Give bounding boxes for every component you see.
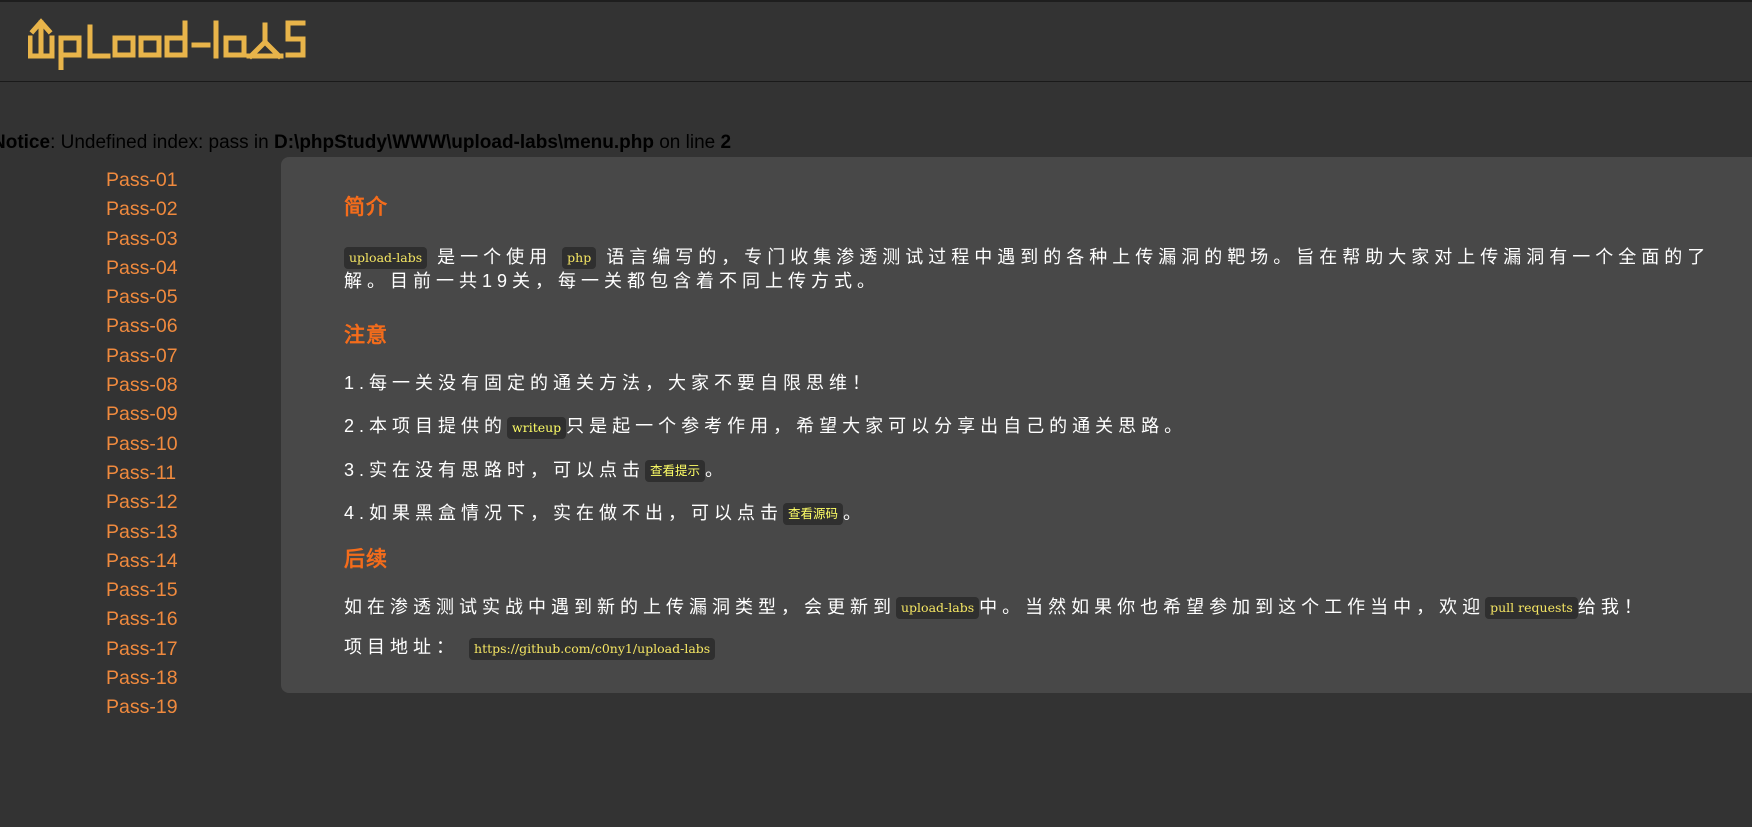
menu-item: Pass-01 [106,166,178,195]
note-3-text-b: 。 [705,459,729,480]
note-4-text-b: 。 [843,502,867,523]
project-url-link[interactable]: https://github.com/c0ny1/upload-labs [469,637,716,660]
menu-link-pass-01[interactable]: Pass-01 [106,169,178,191]
menu-item: Pass-19 [106,693,178,722]
menu-link-pass-19[interactable]: Pass-19 [106,696,178,718]
logo[interactable] [27,18,313,75]
menu-link-pass-14[interactable]: Pass-14 [106,550,178,572]
upload-labs-logo-icon [27,18,306,71]
menu-item: Pass-13 [106,518,178,547]
menu-item: Pass-06 [106,312,178,341]
note-2: 2.本项目提供的 writeup 只是起一个参考作用，希望大家可以分享出自己的通关思… [344,414,1752,439]
code-pull-requests: pull requests [1485,597,1578,620]
menu-link-pass-04[interactable]: Pass-04 [106,257,178,279]
follow-text-c: 给我！ [1577,597,1647,617]
menu-item: Pass-03 [106,225,178,254]
note-1: 1.每一关没有固定的通关方法，大家不要自限思维！ [344,373,876,394]
menu-link-pass-13[interactable]: Pass-13 [106,521,178,543]
menu-item: Pass-07 [106,342,178,371]
menu-link-pass-17[interactable]: Pass-17 [106,638,178,660]
code-writeup: writeup [507,416,567,439]
menu-item: Pass-02 [106,195,178,224]
note-3: 3.实在没有思路时，可以点击 查看提示。 [344,458,1752,482]
code-upload-labs-2: upload-labs [896,597,980,620]
menu-link-pass-16[interactable]: Pass-16 [106,608,178,630]
notice-label: Notice [0,132,51,153]
intro-text-3: 解。目前一共19关，每一关都包含着不同上传方式。 [344,271,881,292]
menu-item: Pass-08 [106,371,178,400]
show-hint-link[interactable]: 查看提示 [645,459,706,482]
menu-link-pass-18[interactable]: Pass-18 [106,667,178,689]
php-notice: Notice: Undefined index: pass in D:\phpS… [0,132,731,154]
notice-line-text: on line [653,132,721,153]
menu-item: Pass-18 [106,664,178,693]
menu-item: Pass-14 [106,547,178,576]
note-3-text-a: 3.实在没有思路时，可以点击 [344,459,646,480]
notice-path: D:\phpStudy\WWW\upload-labs\menu.php [274,132,654,153]
intro-text-1: 是一个使用 [437,247,553,267]
intro-heading: 简介 [344,196,388,219]
notice-line-number: 2 [720,132,732,153]
menu-link-pass-15[interactable]: Pass-15 [106,579,178,601]
follow-text-a: 如在渗透测试实战中遇到新的上传漏洞类型，会更新到 [344,597,896,617]
follow-text-b: 中。当然如果你也希望参加到这个工作当中，欢迎 [979,597,1486,617]
project-address: 项目地址： https://github.com/c0ny1/upload-la… [344,635,1752,660]
note-2-text-a: 2.本项目提供的 [344,416,508,437]
menu-item: Pass-17 [106,635,178,664]
menu-link-pass-12[interactable]: Pass-12 [106,491,178,513]
note-4-text-a: 4.如果黑盒情况下，实在做不出，可以点击 [344,502,784,523]
code-upload-labs: upload-labs [344,247,428,270]
intro-paragraph-cont: 解。目前一共19关，每一关都包含着不同上传方式。 [344,269,1752,293]
pass-menu: Pass-01 Pass-02 Pass-03 Pass-04 Pass-05 … [106,166,178,723]
note-4: 4.如果黑盒情况下，实在做不出，可以点击 查看源码。 [344,501,1752,525]
menu-link-pass-05[interactable]: Pass-05 [106,286,178,308]
menu-link-pass-10[interactable]: Pass-10 [106,433,178,455]
menu-link-pass-03[interactable]: Pass-03 [106,228,178,250]
menu-link-pass-06[interactable]: Pass-06 [106,315,178,337]
menu-link-pass-07[interactable]: Pass-07 [106,345,178,367]
menu-link-pass-08[interactable]: Pass-08 [106,374,178,396]
menu-item: Pass-09 [106,400,178,429]
follow-heading: 后续 [344,548,388,571]
menu-item: Pass-15 [106,576,178,605]
menu-link-pass-09[interactable]: Pass-09 [106,403,178,425]
address-label: 项目地址： [344,637,459,658]
menu-item: Pass-10 [106,430,178,459]
menu-link-pass-11[interactable]: Pass-11 [106,462,176,484]
intro-text-2: 语言编写的，专门收集渗透测试过程中遇到的各种上传漏洞的靶场。旨在帮助大家对上传漏… [606,247,1711,267]
header-bar [0,0,1752,82]
intro-paragraph: upload-labs 是一个使用 php 语言编写的，专门收集渗透测试过程中遇… [344,245,1752,270]
menu-item: Pass-16 [106,605,178,634]
notice-message: : Undefined index: pass in [50,132,274,153]
menu-item: Pass-04 [106,254,178,283]
follow-paragraph: 如在渗透测试实战中遇到新的上传漏洞类型，会更新到 upload-labs 中。当然如… [344,595,1752,620]
notes-heading: 注意 [344,324,388,348]
menu-link-pass-02[interactable]: Pass-02 [106,198,178,220]
intro-panel: 简介 upload-labs 是一个使用 php 语言编写的，专门收集渗透测试过… [281,157,1752,693]
menu-item: Pass-11 [106,459,178,488]
note-2-text-b: 只是起一个参考作用，希望大家可以分享出自己的通关思路。 [566,416,1188,437]
menu-item: Pass-05 [106,283,178,312]
code-php: php [562,247,597,270]
show-source-link[interactable]: 查看源码 [783,503,844,525]
menu-item: Pass-12 [106,488,178,517]
